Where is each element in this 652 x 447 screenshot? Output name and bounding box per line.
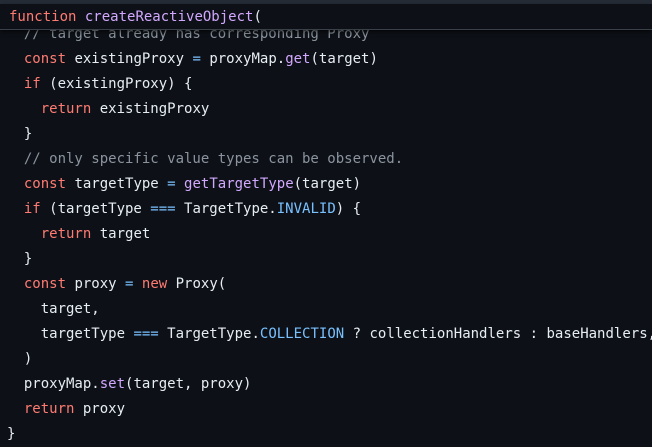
code-token: TargetType. (175, 201, 277, 217)
code-editor[interactable]: // target already has corresponding Prox… (0, 4, 652, 447)
code-token: INVALID (276, 201, 336, 217)
code-token: (targetType (40, 201, 151, 217)
code-line[interactable]: ) (7, 348, 32, 370)
code-token: // only specific value types can be obse… (23, 151, 404, 167)
code-line[interactable]: return existingProxy (7, 98, 210, 120)
code-token: return (40, 101, 92, 117)
code-token: return (23, 401, 75, 417)
code-token: new (141, 276, 168, 292)
code-token: targetType (40, 326, 134, 342)
code-token: proxy (74, 401, 126, 417)
code-token: target (91, 226, 151, 242)
code-token: const (23, 51, 67, 67)
code-line[interactable]: const existingProxy = proxyMap.get(targe… (7, 48, 378, 70)
code-token: proxyMap. (23, 376, 100, 392)
code-token: (target, proxy) (125, 376, 252, 392)
code-token: === (150, 201, 176, 217)
code-token: (target) (293, 176, 362, 192)
code-token: getTargetType (184, 176, 294, 192)
code-line[interactable]: // only specific value types can be obse… (7, 148, 403, 170)
code-token: Proxy( (167, 276, 227, 292)
code-token: COLLECTION (259, 326, 345, 342)
code-token: return (40, 226, 92, 242)
code-line[interactable]: const targetType = getTargetType(target) (7, 173, 361, 195)
code-line[interactable]: proxyMap.set(target, proxy) (7, 373, 252, 395)
code-line[interactable]: } (7, 123, 32, 145)
code-token: existingProxy (66, 51, 193, 67)
code-token: ) { (335, 201, 362, 217)
code-token: target, (40, 301, 100, 317)
code-token: } (23, 251, 33, 267)
code-token: const (23, 176, 67, 192)
code-line[interactable]: return proxy (7, 398, 125, 420)
code-token: existingProxy (91, 101, 210, 117)
code-line[interactable]: if (targetType === TargetType.INVALID) { (7, 198, 361, 220)
function-name: createReactiveObject (84, 9, 254, 25)
code-token: proxyMap. (200, 51, 286, 67)
code-token: if (23, 201, 41, 217)
code-token: if (23, 76, 41, 92)
code-token: TargetType. (158, 326, 260, 342)
code-line[interactable]: return target (7, 223, 151, 245)
code-token: targetType (66, 176, 168, 192)
code-line[interactable]: } (7, 423, 15, 445)
sticky-function-signature: function createReactiveObject( (9, 6, 262, 28)
code-token: (target) (310, 51, 378, 67)
open-paren: ( (253, 9, 262, 25)
code-token: } (7, 426, 16, 442)
code-line[interactable]: const proxy = new Proxy( (7, 273, 226, 295)
code-token: } (23, 126, 33, 142)
sticky-scroll-header[interactable]: function createReactiveObject( (0, 4, 652, 30)
code-token: const (23, 276, 67, 292)
code-line[interactable]: targetType === TargetType.COLLECTION ? c… (7, 323, 652, 345)
code-token: = (167, 176, 176, 192)
code-token: set (99, 376, 126, 392)
code-token: = (192, 51, 201, 67)
code-token: ? collectionHandlers : baseHandlers, (344, 326, 652, 342)
code-line[interactable]: target, (7, 298, 100, 320)
code-token: === (133, 326, 159, 342)
code-token: (existingProxy) { (40, 76, 193, 92)
code-token: proxy (66, 276, 126, 292)
keyword-function: function (9, 9, 77, 25)
code-line[interactable]: } (7, 248, 32, 270)
code-token: get (285, 51, 311, 67)
code-line[interactable]: if (existingProxy) { (7, 73, 193, 95)
code-token: ) (23, 351, 33, 367)
